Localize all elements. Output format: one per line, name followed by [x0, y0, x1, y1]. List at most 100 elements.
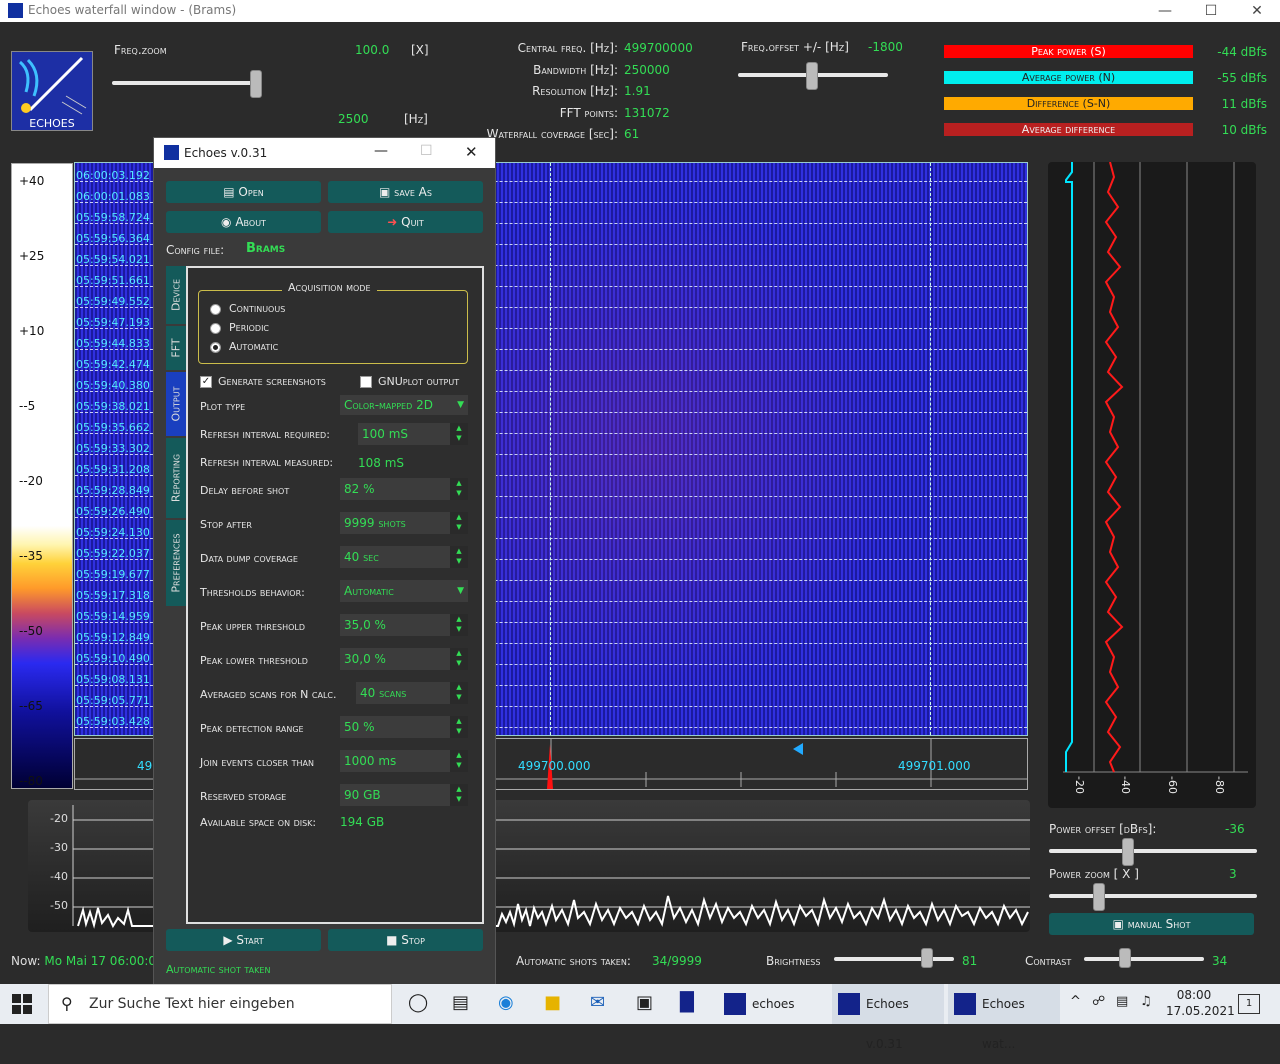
spin-arrows-icon[interactable]: ▲ ▼: [450, 784, 468, 806]
reserved-storage-spinbox[interactable]: 90 GB ▲ ▼: [340, 784, 468, 806]
clock[interactable]: 08:00 17.05.2021: [1166, 987, 1235, 1019]
tab-reporting[interactable]: Reporting: [166, 438, 186, 518]
central-freq-value: 499700000: [624, 41, 693, 55]
contrast-slider[interactable]: [1084, 957, 1204, 961]
color-scale-label: +25: [19, 249, 45, 263]
minimize-icon[interactable]: —: [1142, 0, 1188, 22]
network-icon[interactable]: ▤: [1116, 994, 1128, 1009]
search-placeholder: Zur Suche Text hier eingeben: [89, 996, 295, 1012]
spin-arrows-icon[interactable]: ▲ ▼: [450, 614, 468, 636]
gnuplot-checkbox[interactable]: GNUplot output: [360, 375, 459, 388]
camera-app-icon[interactable]: ▣: [636, 992, 653, 1013]
delay-spinbox[interactable]: 82 % ▲ ▼: [340, 478, 468, 500]
join-events-label: Join events closer than: [200, 756, 315, 769]
device-icon[interactable]: ☍: [1092, 994, 1105, 1009]
freq-offset-knob[interactable]: [806, 62, 818, 90]
dialog-titlebar: Echoes v.0.31 — ☐ ✕: [154, 138, 495, 168]
stop-after-spinbox[interactable]: 9999 shots ▲ ▼: [340, 512, 468, 534]
peak-upper-spinbox[interactable]: 35,0 % ▲ ▼: [340, 614, 468, 636]
brightness-value: 81: [962, 954, 978, 968]
dialog-close-icon[interactable]: ✕: [465, 143, 478, 161]
radio-icon: [210, 322, 221, 334]
manual-shot-button[interactable]: ▣ manual Shot: [1049, 913, 1254, 935]
peak-lower-spinbox[interactable]: 30,0 % ▲ ▼: [340, 648, 468, 670]
averaged-scans-spinbox[interactable]: 40 scans ▲ ▼: [356, 682, 468, 704]
power-offset-knob[interactable]: [1122, 838, 1134, 866]
refresh-required-spinbox[interactable]: 100 mS ▲ ▼: [358, 423, 468, 445]
about-button[interactable]: ◉ About: [166, 211, 321, 233]
data-dump-spinbox[interactable]: 40 sec ▲ ▼: [340, 546, 468, 568]
notification-icon[interactable]: 1: [1238, 994, 1260, 1014]
cortana-icon[interactable]: ◯: [408, 992, 428, 1013]
difference-bar: Difference (S-N): [944, 97, 1193, 110]
power-zoom-knob[interactable]: [1093, 883, 1105, 911]
join-events-spinbox[interactable]: 1000 ms ▲ ▼: [340, 750, 468, 772]
tab-output[interactable]: Output: [166, 372, 186, 436]
spin-arrows-icon[interactable]: ▲ ▼: [450, 682, 468, 704]
contrast-knob[interactable]: [1119, 948, 1131, 968]
radio-periodic[interactable]: Periodic: [210, 321, 269, 334]
echoes-app-icon: [838, 993, 860, 1015]
generate-screenshots-checkbox[interactable]: ✓ Generate screenshots: [200, 375, 326, 388]
start-button[interactable]: ▶ Start: [166, 929, 321, 951]
waterfall-timestamp: 05:59:44.833: [76, 337, 150, 350]
save-as-button[interactable]: ▣ save As: [328, 181, 483, 203]
spin-arrows-icon[interactable]: ▲ ▼: [450, 648, 468, 670]
available-space-value: 194 GB: [340, 815, 385, 829]
spin-arrows-icon[interactable]: ▲ ▼: [450, 512, 468, 534]
dialog-status: Automatic shot taken: [166, 963, 271, 976]
freq-zoom-unit: [X]: [411, 43, 429, 57]
maximize-icon[interactable]: ☐: [1188, 0, 1234, 22]
chevron-up-icon[interactable]: ^: [1070, 994, 1081, 1009]
now-label: Now:: [11, 954, 41, 968]
radio-continuous[interactable]: Continuous: [210, 302, 285, 315]
brightness-knob[interactable]: [921, 948, 933, 968]
tab-device[interactable]: Device: [166, 266, 186, 324]
spin-arrows-icon[interactable]: ▲ ▼: [450, 478, 468, 500]
echoes-pinned-icon[interactable]: █: [680, 992, 694, 1013]
power-tick-20: -20: [1073, 776, 1086, 794]
spin-arrows-icon[interactable]: ▲ ▼: [450, 546, 468, 568]
close-icon[interactable]: ✕: [1234, 0, 1280, 22]
waterfall-timestamp: 05:59:31.208: [76, 463, 150, 476]
power-zoom-value: 3: [1229, 867, 1237, 881]
taskbar-app-echoes[interactable]: echoes: [718, 984, 828, 1024]
dialog-minimize-icon[interactable]: —: [374, 143, 388, 159]
bandwidth-value: 2500: [338, 112, 369, 126]
spin-arrows-icon[interactable]: ▲ ▼: [450, 716, 468, 738]
average-power-value: -55 dBfs: [1217, 71, 1267, 85]
task-view-icon[interactable]: ▤: [452, 992, 469, 1013]
play-icon: ▶: [223, 933, 237, 947]
edge-icon[interactable]: ◉: [498, 992, 514, 1013]
explorer-icon[interactable]: ■: [544, 992, 561, 1013]
tab-fft[interactable]: FFT: [166, 326, 186, 370]
volume-icon[interactable]: ♫: [1140, 994, 1152, 1009]
peak-range-spinbox[interactable]: 50 % ▲ ▼: [340, 716, 468, 738]
quit-icon: ➜: [387, 215, 402, 229]
freq-zoom-slider[interactable]: [112, 81, 260, 85]
taskbar-search[interactable]: ⚲ Zur Suche Text hier eingeben: [48, 984, 392, 1024]
taskbar-app-echoes-waterfall[interactable]: Echoes wat...: [948, 984, 1060, 1051]
freq-zoom-knob[interactable]: [250, 70, 262, 98]
plot-type-select[interactable]: Color-mapped 2D ▼: [340, 395, 468, 415]
spin-arrows-icon[interactable]: ▲ ▼: [450, 423, 468, 445]
waterfall-timestamp: 05:59:40.380: [76, 379, 150, 392]
mail-icon[interactable]: ✉: [590, 992, 605, 1013]
open-button[interactable]: ▤ Open: [166, 181, 321, 203]
stop-button[interactable]: ■ Stop: [328, 929, 483, 951]
taskbar-app-echoes-dialog[interactable]: Echoes v.0.31: [832, 984, 944, 1051]
brightness-slider[interactable]: [834, 957, 954, 961]
thresholds-behavior-select[interactable]: Automatic ▼: [340, 580, 468, 602]
spin-arrows-icon[interactable]: ▲ ▼: [450, 750, 468, 772]
brightness-label: Brightness: [766, 954, 821, 968]
power-zoom-slider[interactable]: [1049, 894, 1257, 898]
power-offset-slider[interactable]: [1049, 849, 1257, 853]
power-tick-60: -60: [1166, 776, 1179, 794]
radio-automatic[interactable]: Automatic: [210, 340, 278, 353]
radio-icon: [210, 303, 221, 315]
tab-preferences[interactable]: Preferences: [166, 520, 186, 606]
quit-button[interactable]: ➜ Quit: [328, 211, 483, 233]
dialog-maximize-icon[interactable]: ☐: [420, 143, 433, 159]
waterfall-timestamp: 05:59:05.771: [76, 694, 150, 707]
windows-start-icon[interactable]: [12, 994, 32, 1014]
